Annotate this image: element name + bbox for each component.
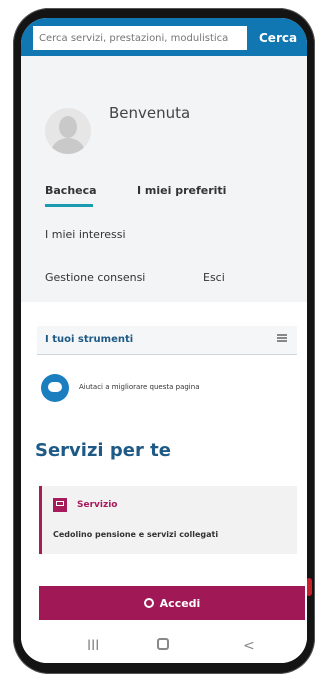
screen: Cerca Benvenuta Bacheca I miei preferiti… bbox=[21, 18, 307, 663]
service-card[interactable]: Servizio Cedolino pensione e servizi col… bbox=[39, 486, 297, 554]
recent-apps-icon[interactable]: III bbox=[87, 638, 99, 654]
menu-icon[interactable] bbox=[277, 334, 287, 342]
avatar bbox=[45, 108, 91, 154]
avatar-body bbox=[51, 138, 85, 154]
accedi-button[interactable]: Accedi bbox=[39, 586, 305, 620]
card-label: Servizio bbox=[77, 500, 118, 510]
laptop-icon bbox=[53, 498, 67, 512]
phone-frame: Cerca Benvenuta Bacheca I miei preferiti… bbox=[13, 8, 315, 674]
home-icon[interactable] bbox=[157, 638, 169, 650]
chat-bubble bbox=[48, 382, 62, 392]
profile-section bbox=[21, 56, 307, 302]
search-input[interactable] bbox=[33, 26, 247, 50]
avatar-head bbox=[59, 116, 77, 138]
welcome-text: Benvenuta bbox=[109, 104, 191, 122]
chat-icon[interactable] bbox=[41, 374, 69, 402]
accedi-label: Accedi bbox=[159, 596, 201, 610]
search-button[interactable]: Cerca bbox=[253, 26, 301, 50]
feedback-link[interactable]: Aiutaci a migliorare questa pagina bbox=[79, 383, 199, 391]
login-icon bbox=[143, 598, 154, 608]
android-navbar: III < bbox=[21, 630, 307, 663]
back-icon[interactable]: < bbox=[243, 638, 255, 654]
card-title[interactable]: Cedolino pensione e servizi collegati bbox=[53, 530, 218, 539]
tab-consensi[interactable]: Gestione consensi bbox=[45, 271, 145, 284]
tab-preferiti[interactable]: I miei preferiti bbox=[137, 184, 226, 197]
tab-active-indicator bbox=[45, 204, 93, 207]
tab-esci[interactable]: Esci bbox=[203, 271, 225, 284]
tab-bacheca[interactable]: Bacheca bbox=[45, 184, 97, 197]
tab-interessi[interactable]: I miei interessi bbox=[45, 228, 126, 241]
tools-label: I tuoi strumenti bbox=[45, 334, 134, 345]
search-bar: Cerca bbox=[21, 18, 307, 56]
tools-bar[interactable]: I tuoi strumenti bbox=[37, 326, 297, 355]
card-stripe bbox=[39, 486, 42, 554]
services-title: Servizi per te bbox=[35, 440, 171, 461]
